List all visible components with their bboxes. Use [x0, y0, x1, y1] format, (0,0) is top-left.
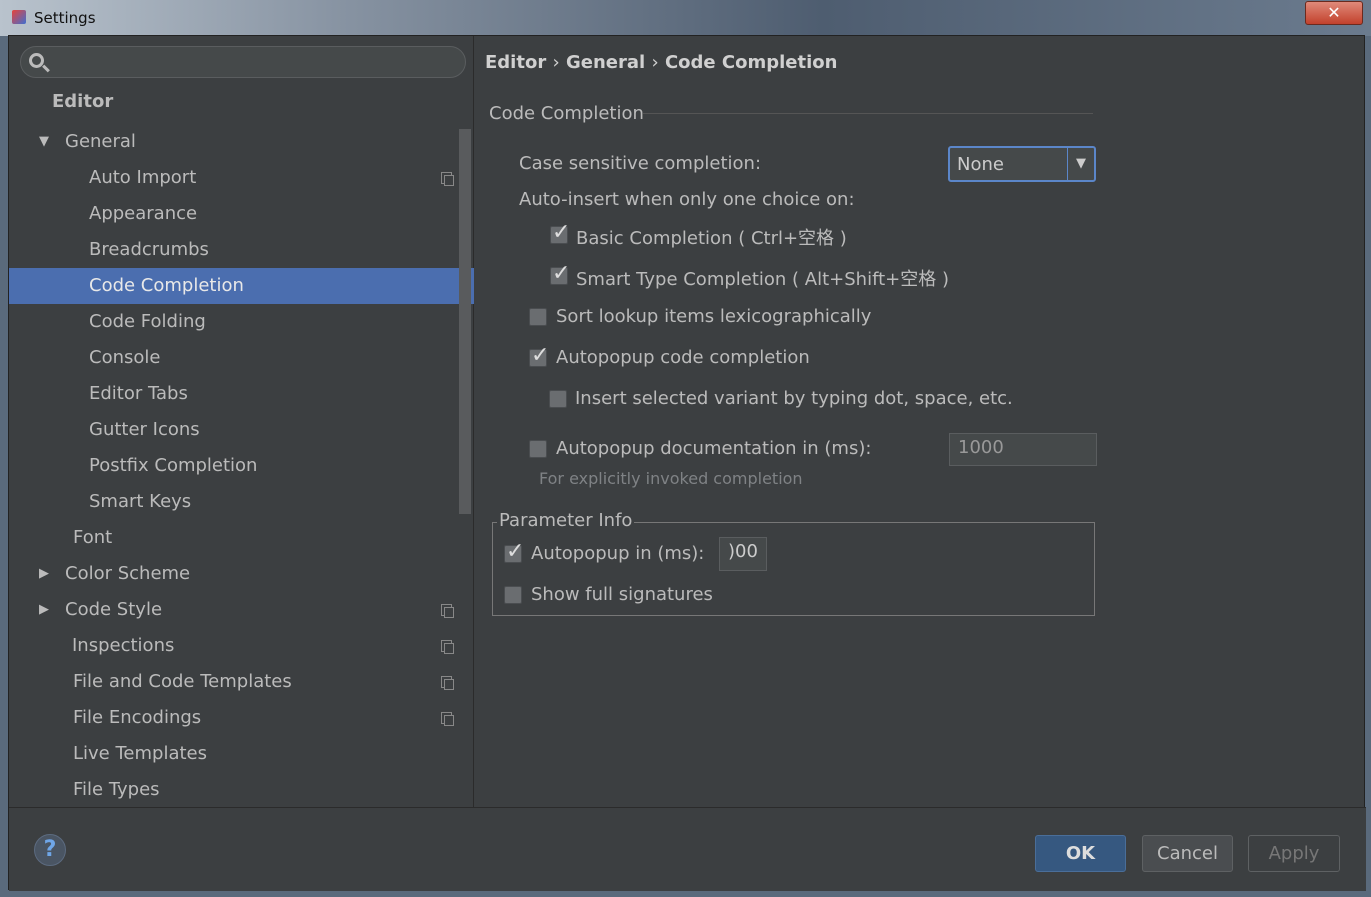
project-scope-icon	[441, 712, 454, 726]
sidebar-item-file-code-templates[interactable]: File and Code Templates	[9, 664, 474, 700]
autopopup-doc-input[interactable]: 1000	[949, 433, 1097, 466]
breadcrumb: Editor › General › Code Completion	[485, 52, 837, 73]
autopopup-checkbox[interactable]	[529, 343, 549, 368]
sidebar-item-code-completion[interactable]: Code Completion	[9, 268, 474, 304]
sidebar-item-editor-tabs[interactable]: Editor Tabs	[9, 376, 474, 412]
breadcrumb-editor: Editor	[485, 52, 547, 73]
close-button[interactable]: ✕	[1305, 1, 1363, 25]
ok-button[interactable]: OK	[1035, 835, 1126, 872]
case-sensitive-label: Case sensitive completion:	[519, 153, 762, 174]
basic-completion-label: Basic Completion ( Ctrl+空格 )	[576, 228, 847, 249]
section-divider	[643, 113, 1093, 114]
sidebar-item-label: Code Style	[65, 599, 163, 620]
sidebar-item-font[interactable]: Font	[9, 520, 474, 556]
expand-arrow-icon[interactable]: ▼	[39, 124, 49, 160]
chevron-down-icon: ▼	[1067, 148, 1094, 180]
smart-completion-checkbox[interactable]	[550, 261, 570, 286]
case-sensitive-select[interactable]: None ▼	[948, 146, 1096, 182]
title-bar: Settings ✕	[0, 0, 1371, 36]
basic-completion-checkbox[interactable]	[550, 220, 570, 245]
full-signatures-checkbox[interactable]	[504, 586, 522, 604]
search-input[interactable]	[20, 46, 466, 78]
hint-text: For explicitly invoked completion	[539, 469, 803, 488]
sidebar-item-label: General	[65, 131, 136, 152]
sidebar-item-gutter-icons[interactable]: Gutter Icons	[9, 412, 474, 448]
parameter-info-title: Parameter Info	[497, 510, 635, 531]
project-scope-icon	[441, 172, 454, 186]
sidebar-item-code-style[interactable]: ▶ Code Style	[9, 592, 474, 628]
insert-variant-checkbox[interactable]	[549, 390, 567, 408]
window-title: Settings	[34, 9, 96, 27]
main-panel: Editor › General › Code Completion Code …	[475, 36, 1365, 807]
sidebar-item-file-encodings[interactable]: File Encodings	[9, 700, 474, 736]
sidebar-item-auto-import[interactable]: Auto Import	[9, 160, 474, 196]
sidebar-item-label: Color Scheme	[65, 563, 191, 584]
sidebar-item-breadcrumbs[interactable]: Breadcrumbs	[9, 232, 474, 268]
breadcrumb-code-completion: Code Completion	[664, 52, 838, 73]
project-scope-icon	[441, 604, 454, 618]
sidebar-item-file-types[interactable]: File Types	[9, 772, 474, 808]
sidebar-item-label: File Encodings	[73, 707, 202, 728]
auto-insert-label: Auto-insert when only one choice on:	[519, 189, 855, 210]
sidebar-item-general[interactable]: ▼ General	[9, 124, 474, 160]
app-icon	[12, 10, 26, 24]
sidebar-item-color-scheme[interactable]: ▶ Color Scheme	[9, 556, 474, 592]
button-bar: ? OK Cancel Apply	[9, 807, 1366, 891]
help-button[interactable]: ?	[34, 834, 66, 866]
sidebar-section-editor[interactable]: Editor	[9, 84, 474, 120]
sidebar-item-label: File and Code Templates	[73, 671, 292, 692]
sidebar-item-live-templates[interactable]: Live Templates	[9, 736, 474, 772]
expand-arrow-icon[interactable]: ▶	[39, 592, 49, 628]
param-autopopup-input[interactable]: )00	[719, 537, 767, 571]
sidebar-item-inspections[interactable]: Inspections	[9, 628, 474, 664]
sidebar-item-postfix-completion[interactable]: Postfix Completion	[9, 448, 474, 484]
autopopup-label: Autopopup code completion	[556, 347, 810, 368]
project-scope-icon	[441, 676, 454, 690]
settings-window: Editor ▼ General Auto Import Appearance B…	[8, 35, 1366, 891]
sidebar-item-label: Auto Import	[89, 167, 197, 188]
sidebar-item-label: Inspections	[72, 635, 175, 656]
param-autopopup-label: Autopopup in (ms):	[531, 543, 705, 564]
breadcrumb-general: General	[565, 52, 646, 73]
smart-completion-label: Smart Type Completion ( Alt+Shift+空格 )	[576, 269, 949, 290]
search-icon	[29, 53, 44, 68]
project-scope-icon	[441, 640, 454, 654]
breadcrumb-separator: ›	[552, 52, 560, 73]
sidebar-item-console[interactable]: Console	[9, 340, 474, 376]
sidebar-scrollbar[interactable]	[459, 129, 471, 514]
cancel-button[interactable]: Cancel	[1142, 835, 1233, 872]
sidebar: Editor ▼ General Auto Import Appearance B…	[9, 36, 474, 807]
param-autopopup-checkbox[interactable]	[504, 539, 524, 564]
sidebar-item-smart-keys[interactable]: Smart Keys	[9, 484, 474, 520]
select-value: None	[957, 154, 1004, 175]
apply-button[interactable]: Apply	[1248, 835, 1340, 872]
sidebar-item-appearance[interactable]: Appearance	[9, 196, 474, 232]
insert-variant-label: Insert selected variant by typing dot, s…	[575, 388, 1013, 409]
autopopup-doc-checkbox[interactable]	[529, 440, 547, 458]
sidebar-item-code-folding[interactable]: Code Folding	[9, 304, 474, 340]
full-signatures-label: Show full signatures	[531, 584, 713, 605]
sort-lookup-label: Sort lookup items lexicographically	[556, 306, 872, 327]
sort-lookup-checkbox[interactable]	[529, 308, 547, 326]
section-title: Code Completion	[489, 103, 644, 124]
autopopup-doc-label: Autopopup documentation in (ms):	[556, 438, 872, 459]
expand-arrow-icon[interactable]: ▶	[39, 556, 49, 592]
breadcrumb-separator: ›	[651, 52, 659, 73]
